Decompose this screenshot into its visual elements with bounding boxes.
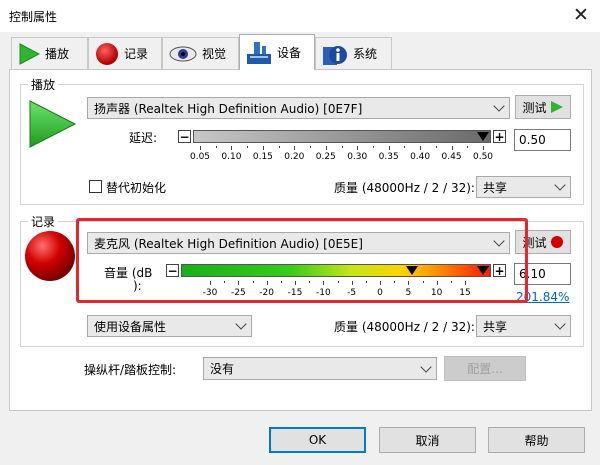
record-option-value: 使用设备属性 — [94, 319, 167, 334]
tick-label: 0.50 — [472, 152, 494, 162]
record-icon — [25, 231, 75, 281]
delay-minus-button[interactable]: − — [178, 130, 191, 143]
delay-value-field[interactable]: 0.50 — [514, 129, 571, 151]
tick-label: 0.10 — [221, 152, 242, 162]
tab-label: 记录 — [124, 47, 149, 61]
chevron-down-icon — [420, 360, 432, 373]
config-button[interactable]: 配置... — [444, 356, 526, 381]
record-quality-label: 质量 (48000Hz / 2 / 32): — [334, 320, 475, 334]
playback-mode-select[interactable]: 共享 — [476, 176, 571, 198]
cancel-button[interactable]: 取消 — [379, 427, 476, 453]
tab-device[interactable]: 设备 — [239, 34, 315, 70]
title-bar — [0, 0, 600, 32]
tick-label: 0.45 — [441, 152, 462, 162]
playback-mode-value: 共享 — [483, 180, 508, 195]
device-icon — [247, 41, 271, 64]
tick-mark — [325, 146, 327, 150]
playback-test-button[interactable]: 测试 — [515, 95, 571, 119]
playback-device-select[interactable]: 扬声器 (Realtek High Definition Audio) [0E7… — [87, 97, 510, 119]
chevron-down-icon — [554, 179, 566, 191]
record-mode-select[interactable]: 共享 — [476, 315, 571, 337]
tab-system[interactable]: 系统 — [315, 37, 392, 69]
tick-label: 0.15 — [252, 152, 273, 162]
minor-tick-mark — [278, 146, 280, 148]
system-info-icon — [323, 45, 347, 65]
highlight-annotation — [76, 218, 528, 303]
tab-visual[interactable]: 视觉 — [162, 37, 239, 69]
eye-icon — [169, 46, 197, 61]
tab-label: 视觉 — [202, 47, 227, 61]
ok-button[interactable]: OK — [269, 427, 366, 453]
delay-label: 延迟: — [129, 131, 158, 145]
chevron-down-icon — [554, 318, 566, 330]
record-icon — [550, 236, 563, 248]
tick-mark — [357, 146, 359, 150]
record-option-select[interactable]: 使用设备属性 — [87, 315, 252, 337]
tick-mark — [420, 146, 422, 150]
alt-init-label: 替代初始化 — [106, 181, 167, 195]
play-icon — [550, 101, 563, 113]
tick-label: 0.40 — [410, 152, 431, 162]
help-button[interactable]: 帮助 — [488, 427, 585, 453]
minor-tick-mark — [310, 146, 312, 148]
tick-mark — [262, 146, 264, 150]
tick-label: 0.35 — [378, 152, 399, 162]
tab-record[interactable]: 记录 — [88, 37, 162, 69]
tick-label: 0.20 — [284, 152, 305, 162]
minor-tick-mark — [435, 146, 437, 148]
tick-label: 0.05 — [189, 152, 211, 162]
close-icon[interactable]: ✕ — [570, 3, 592, 27]
minor-tick-mark — [372, 146, 374, 148]
joystick-select[interactable]: 没有 — [203, 357, 437, 380]
record-group-label: 记录 — [28, 213, 59, 230]
minor-tick-mark — [467, 146, 469, 148]
minor-tick-mark — [215, 146, 217, 148]
tick-mark — [388, 146, 390, 150]
tick-mark — [294, 146, 296, 150]
play-icon — [19, 42, 40, 65]
tick-mark — [200, 146, 201, 150]
playback-quality-label: 质量 (48000Hz / 2 / 32): — [334, 181, 475, 195]
alt-init-checkbox[interactable] — [89, 180, 102, 193]
playback-group-label: 播放 — [28, 76, 59, 93]
delay-slider-thumb[interactable] — [477, 132, 489, 141]
record-mode-value: 共享 — [483, 319, 508, 334]
test-label: 测试 — [522, 100, 547, 115]
tick-label: 0.25 — [315, 152, 336, 162]
chevron-down-icon — [235, 318, 247, 330]
tick-mark — [451, 146, 453, 150]
tab-playback[interactable]: 播放 — [11, 37, 88, 69]
tab-label: 播放 — [45, 47, 70, 61]
minor-tick-mark — [341, 146, 343, 148]
tab-label: 系统 — [353, 47, 378, 61]
tick-mark — [483, 146, 484, 150]
delay-slider[interactable] — [193, 130, 491, 143]
chevron-down-icon — [493, 100, 505, 112]
tick-mark — [231, 146, 233, 150]
minor-tick-mark — [247, 146, 249, 148]
window-title: 控制属性 — [9, 10, 58, 24]
joystick-value: 没有 — [210, 362, 235, 376]
record-icon — [96, 42, 118, 65]
minor-tick-mark — [404, 146, 406, 148]
delay-plus-button[interactable]: + — [493, 130, 506, 143]
playback-play-icon — [29, 100, 77, 148]
joystick-label: 操纵杆/踏板控制: — [84, 363, 177, 377]
tab-label: 设备 — [277, 46, 302, 60]
playback-device-value: 扬声器 (Realtek High Definition Audio) [0E7… — [94, 101, 363, 116]
tick-label: 0.30 — [347, 152, 368, 162]
